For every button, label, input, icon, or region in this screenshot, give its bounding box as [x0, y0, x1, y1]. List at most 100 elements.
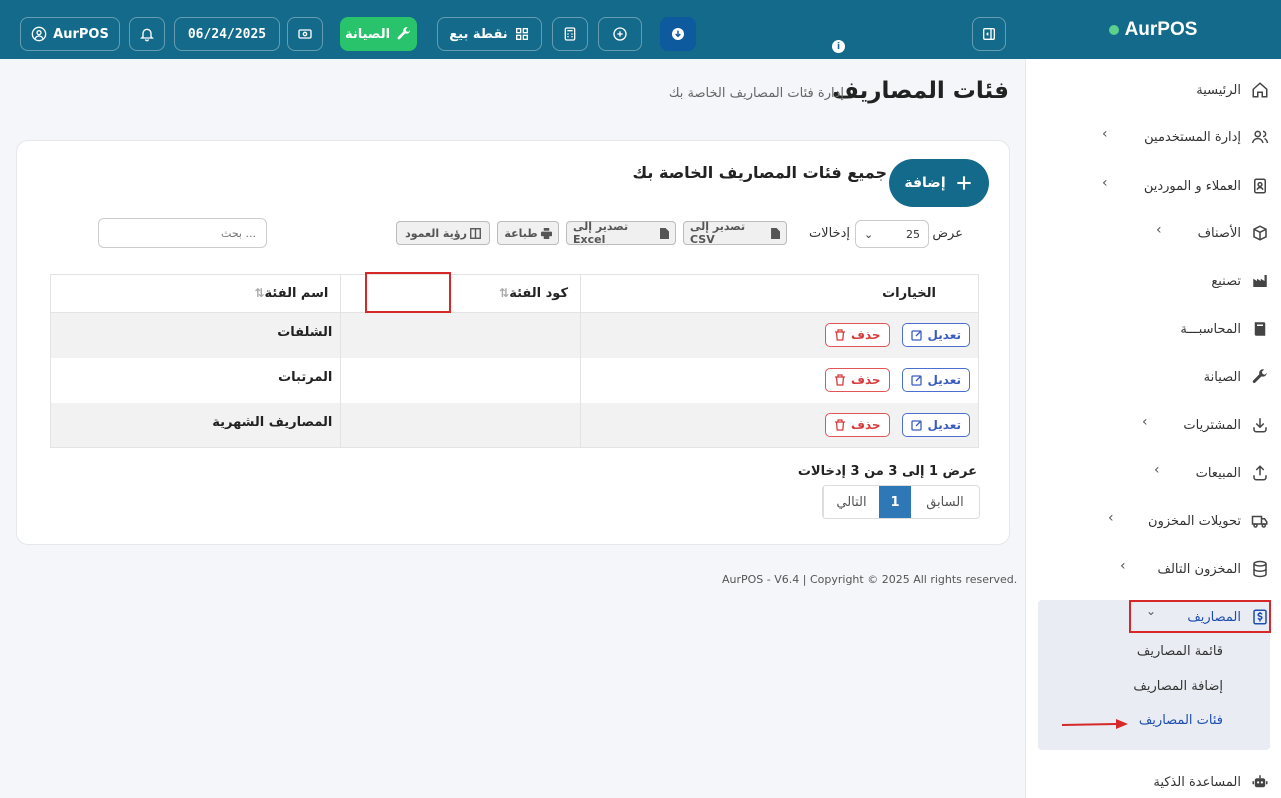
column-visibility-button[interactable]: رؤية العمود [396, 221, 490, 245]
categories-card: إضافة جميع فئات المصاريف الخاصة بك عرض ⌄… [16, 140, 1010, 545]
prev-page-button[interactable]: السابق [911, 486, 979, 518]
table-row: المصاريف الشهرية حذف تعديل [49, 402, 979, 448]
sidebar-item-transfers[interactable]: تحويلات المخزون [1148, 506, 1269, 536]
columns-label: رؤية العمود [405, 226, 467, 240]
chevron-left-icon: ‹ [1142, 414, 1148, 430]
status-dot [1108, 24, 1119, 35]
sidebar-item-ai-assistant[interactable]: المساعدة الذكية [1153, 767, 1269, 797]
sidebar-item-sales[interactable]: المبيعات [1196, 458, 1269, 488]
delete-label: حذف [851, 328, 881, 342]
user-menu-button[interactable]: AurPOS [20, 17, 120, 51]
sidebar-sub-add-expense[interactable]: إضافة المصاريف [1133, 679, 1223, 694]
table-row: الشلفات حذف تعديل [49, 312, 979, 358]
download-button[interactable] [660, 17, 696, 51]
excel-label: تصدير إلى Excel [573, 220, 629, 246]
info-icon[interactable]: i [832, 40, 845, 53]
cell-category-code [340, 402, 582, 448]
toggle-sidebar-button[interactable] [972, 17, 1006, 51]
add-label: إضافة [904, 175, 946, 191]
export-excel-button[interactable]: تصدير إلى Excel [566, 220, 676, 246]
sidebar-item-label: الصيانة [1203, 369, 1241, 385]
edit-button[interactable]: تعديل [901, 412, 970, 437]
trash-icon [835, 329, 846, 341]
export-csv-button[interactable]: تصدير إلى CSV [683, 220, 787, 246]
plus-circle-icon [613, 27, 627, 41]
sort-icon: ⇅ [254, 286, 265, 300]
sidebar-item-home[interactable]: الرئيسية [1196, 75, 1269, 105]
edit-label: تعديل [927, 328, 961, 342]
delete-label: حذف [851, 417, 881, 432]
search-input[interactable] [98, 218, 267, 248]
sidebar-item-damaged-stock[interactable]: المخزون التالف [1158, 554, 1269, 584]
sidebar-item-maintenance[interactable]: الصيانة [1204, 362, 1269, 392]
next-page-button[interactable]: التالي [823, 486, 879, 518]
delete-button[interactable]: حذف [825, 323, 890, 347]
header-label: الخيارات [882, 286, 936, 301]
home-icon [1252, 82, 1268, 98]
printer-icon [540, 227, 552, 239]
highlight-box [1129, 600, 1271, 633]
print-button[interactable]: طباعة [497, 221, 559, 245]
page-1-button[interactable]: 1 [879, 486, 911, 518]
date-display: 06/24/2025 [174, 17, 280, 51]
page-size-select[interactable]: ⌄ 25 [855, 220, 929, 248]
card-title: جميع فئات المصاريف الخاصة بك [632, 163, 887, 182]
delete-button[interactable]: حذف [825, 367, 890, 392]
edit-icon [910, 374, 922, 386]
sidebar-item-label: المشتريات [1183, 417, 1241, 433]
red-arrow-annotation [1061, 719, 1128, 729]
chevron-down-icon: ⌄ [864, 227, 874, 241]
columns-icon [469, 227, 481, 239]
column-header-category-name[interactable]: ⇅اسم الفئة [49, 274, 342, 313]
cell-options: حذف تعديل [580, 402, 979, 448]
wrench-icon [1252, 369, 1267, 383]
factory-icon [1253, 275, 1267, 287]
cell-options: حذف تعديل [580, 312, 979, 358]
sidebar-item-label: الرئيسية [1196, 82, 1241, 98]
quick-add-button[interactable] [598, 17, 642, 51]
print-label: طباعة [504, 226, 538, 240]
sidebar-item-contacts[interactable]: العملاء و الموردين [1144, 171, 1269, 201]
delete-label: حذف [851, 372, 881, 387]
sidebar-item-purchases[interactable]: المشتريات [1183, 410, 1269, 440]
date-text: 06/24/2025 [187, 26, 267, 42]
edit-label: تعديل [927, 417, 961, 432]
database-icon [1253, 560, 1267, 578]
cell-category-code [340, 312, 582, 358]
user-name: AurPOS [53, 26, 109, 42]
sidebar-item-label: الأصناف [1197, 225, 1241, 241]
calculator-button[interactable] [552, 17, 588, 51]
edit-label: تعديل [927, 372, 961, 387]
pos-label: نقطة بيع [449, 26, 508, 42]
pos-button[interactable]: نقطة بيع [437, 17, 542, 51]
sidebar-sub-expenses-list[interactable]: قائمة المصاريف [1137, 644, 1223, 659]
add-category-button[interactable]: إضافة [889, 159, 989, 207]
edit-button[interactable]: تعديل [901, 367, 970, 392]
sidebar-item-users[interactable]: إدارة المستخدمين [1144, 122, 1269, 152]
header-label: اسم الفئة [264, 286, 329, 301]
delete-button[interactable]: حذف [825, 412, 890, 437]
notifications-button[interactable] [129, 17, 165, 51]
cash-register-button[interactable] [287, 17, 323, 51]
sidebar-item-products[interactable]: الأصناف [1198, 218, 1269, 248]
highlight-box [365, 272, 451, 313]
brand-header[interactable]: AurPOS [1025, 0, 1281, 59]
sidebar-item-manufacturing[interactable]: تصنيع [1211, 266, 1269, 296]
page-title: فئات المصاريف [832, 78, 1009, 104]
table-row: المرتبات حذف تعديل [49, 357, 979, 403]
row-actions: حذف تعديل [589, 323, 970, 347]
book-icon [1254, 322, 1266, 336]
maintenance-button[interactable]: الصيانة [340, 17, 417, 51]
maintenance-label: الصيانة [344, 26, 391, 42]
edit-icon [910, 330, 922, 341]
trash-icon [835, 373, 846, 386]
wrench-icon [397, 27, 411, 40]
sidebar-sub-expense-categories[interactable]: فئات المصاريف [1139, 713, 1223, 728]
bell-icon [140, 28, 154, 42]
chevron-left-icon: ‹ [1156, 222, 1162, 238]
sidebar-item-accounting[interactable]: المحاسبـــة [1180, 314, 1269, 344]
box-icon [1253, 225, 1267, 241]
table-info: عرض 1 إلى 3 من 3 إدخالات [797, 464, 977, 479]
edit-button[interactable]: تعديل [901, 323, 970, 347]
sidebar: الرئيسية إدارة المستخدمين ‹ العملاء و ال… [1025, 59, 1281, 798]
